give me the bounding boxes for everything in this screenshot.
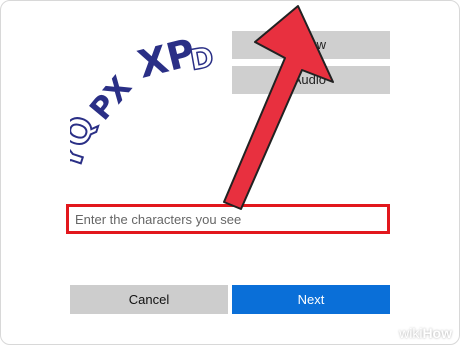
cancel-button[interactable]: Cancel (70, 285, 228, 314)
window-frame (0, 0, 460, 345)
next-button[interactable]: Next (232, 285, 390, 314)
audio-captcha-label: Audio (292, 72, 326, 87)
svg-text:YQ: YQ (70, 112, 103, 176)
new-captcha-label: New (299, 37, 326, 52)
audio-captcha-button[interactable]: Audio (232, 66, 390, 94)
red-arrow-icon (223, 5, 334, 210)
captcha-text-graphic: YQ PX XP D (47, 30, 217, 177)
svg-text:PX: PX (83, 70, 139, 127)
new-captcha-button[interactable]: New (232, 31, 390, 59)
wikihow-watermark: wikiHow (399, 325, 452, 341)
watermark-how: How (422, 325, 452, 341)
svg-text:D: D (187, 40, 216, 77)
captcha-characters-input[interactable] (66, 204, 390, 234)
watermark-wiki: wiki (399, 325, 423, 341)
captcha-image: YQ PX XP D (47, 30, 230, 180)
